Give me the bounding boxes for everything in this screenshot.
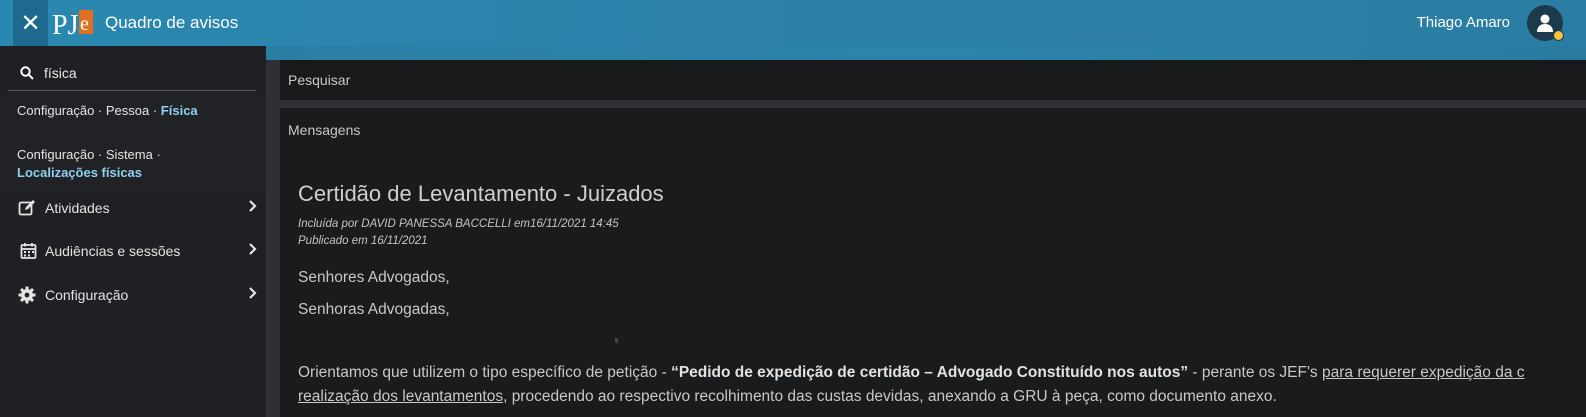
message-body-line-2: realização dos levantamentos, procedendo… [298,388,1277,406]
chevron-right-icon [249,200,257,212]
body-underlined-text: para requerer expedição da c [1322,364,1525,381]
svg-text:e: e [80,13,89,35]
search-panel-title: Pesquisar [288,72,351,88]
sidebar-item-label: Audiências e sessões [45,243,181,259]
body-text: Orientamos que utilizem o tipo específic… [298,364,672,381]
page-title: Quadro de avisos [105,13,239,32]
chevron-right-icon [249,243,257,255]
message-published-date: Publicado em 16/11/2021 [298,235,428,247]
search-result-pessoa-fisica[interactable]: Configuração · Pessoa · Física [17,102,242,120]
messages-panel: Mensagens Certidão de Levantamento - Jui… [280,108,1586,417]
sidebar-item-configuracao[interactable]: Configuração [0,276,266,314]
result-prefix: Configuração · Pessoa · [17,103,161,118]
pje-logo[interactable]: PJ e [50,4,94,42]
search-panel[interactable]: Pesquisar [280,60,1586,100]
menu-search [8,56,256,91]
result-highlight: Física [160,103,198,118]
mouse-cursor [615,338,618,343]
body-underlined-text: realização dos levantamentos [298,388,504,405]
sidebar-item-atividades[interactable]: Atividades [0,189,266,227]
search-result-localizacoes-fisicas[interactable]: Configuração · Sistema · Localizações fí… [17,146,242,182]
body-text: , procedendo ao respectivo recolhimento … [503,388,1277,405]
message-included-by: Incluída por DAVID PANESSA BACCELLI em16… [298,218,619,230]
sidebar-item-audiencias[interactable]: Audiências e sessões [0,232,266,270]
message-greeting-2: Senhoras Advogadas, [298,301,450,318]
search-results: Configuração · Pessoa · Física Configura… [0,92,266,192]
edit-icon [18,200,35,216]
result-highlight: Localizações físicas [17,165,143,180]
message-greeting-1: Senhores Advogados, [298,269,450,286]
message-title: Certidão de Levantamento - Juizados [298,181,664,206]
search-input[interactable] [42,62,246,84]
sidebar-item-label: Atividades [45,200,110,216]
result-prefix: Configuração · Sistema · [17,147,161,162]
close-icon: ✕ [20,9,41,37]
user-name[interactable]: Thiago Amaro [1417,14,1510,31]
svg-text:PJ: PJ [52,10,79,41]
close-menu-button[interactable]: ✕ [13,0,48,46]
user-icon [1537,14,1553,32]
body-bold-text: “Pedido de expedição de certidão – Advog… [671,364,1189,381]
sidebar-item-label: Configuração [45,287,129,303]
header-banner [266,46,1586,60]
message-body-line-1: Orientamos que utilizem o tipo específic… [298,364,1525,382]
search-icon [20,66,34,80]
gear-icon [18,286,36,304]
chevron-right-icon [249,287,257,299]
calendar-icon [20,243,37,259]
status-badge [1553,30,1564,41]
body-text: - perante os JEF's [1188,364,1322,381]
messages-panel-title: Mensagens [288,122,361,138]
